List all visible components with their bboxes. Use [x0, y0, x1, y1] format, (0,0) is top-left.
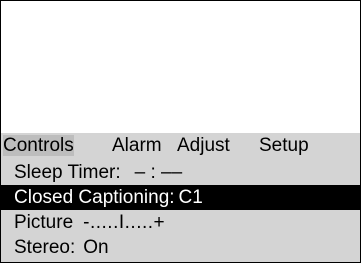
menu-tab-bar: Controls Alarm Adjust Setup — [1, 133, 360, 159]
closed-captioning-label: Closed Captioning: — [14, 187, 175, 208]
picture-label: Picture — [14, 212, 74, 233]
sleep-timer-label: Sleep Timer: — [14, 162, 121, 183]
menu-item-closed-captioning[interactable]: Closed Captioning: C1 — [1, 185, 360, 210]
menu-item-sleep-timer[interactable]: Sleep Timer: – : –– — [1, 160, 360, 185]
closed-captioning-value: C1 — [178, 187, 203, 208]
tab-controls-label: Controls — [3, 135, 74, 156]
tab-adjust[interactable]: Adjust — [177, 133, 251, 159]
stereo-label: Stereo: — [14, 237, 76, 258]
tab-controls[interactable]: Controls — [3, 133, 107, 159]
picture-slider[interactable]: -.....I.....+ — [83, 210, 165, 235]
menu-item-picture[interactable]: Picture -.....I.....+ — [1, 210, 360, 235]
sleep-timer-value: – : –– — [134, 162, 183, 183]
tab-adjust-label: Adjust — [177, 135, 230, 156]
tab-alarm[interactable]: Alarm — [112, 133, 170, 159]
menu-item-list: Sleep Timer: – : –– Closed Captioning: C1 … — [1, 160, 360, 260]
tab-alarm-label: Alarm — [112, 135, 162, 156]
menu-item-stereo[interactable]: Stereo: On — [1, 235, 360, 260]
stereo-value: On — [83, 237, 109, 258]
tv-screen: Controls Alarm Adjust Setup Sleep Timer:… — [0, 0, 361, 263]
on-screen-menu: Controls Alarm Adjust Setup Sleep Timer:… — [1, 133, 360, 262]
tab-setup[interactable]: Setup — [259, 133, 359, 159]
tab-setup-label: Setup — [259, 135, 309, 156]
